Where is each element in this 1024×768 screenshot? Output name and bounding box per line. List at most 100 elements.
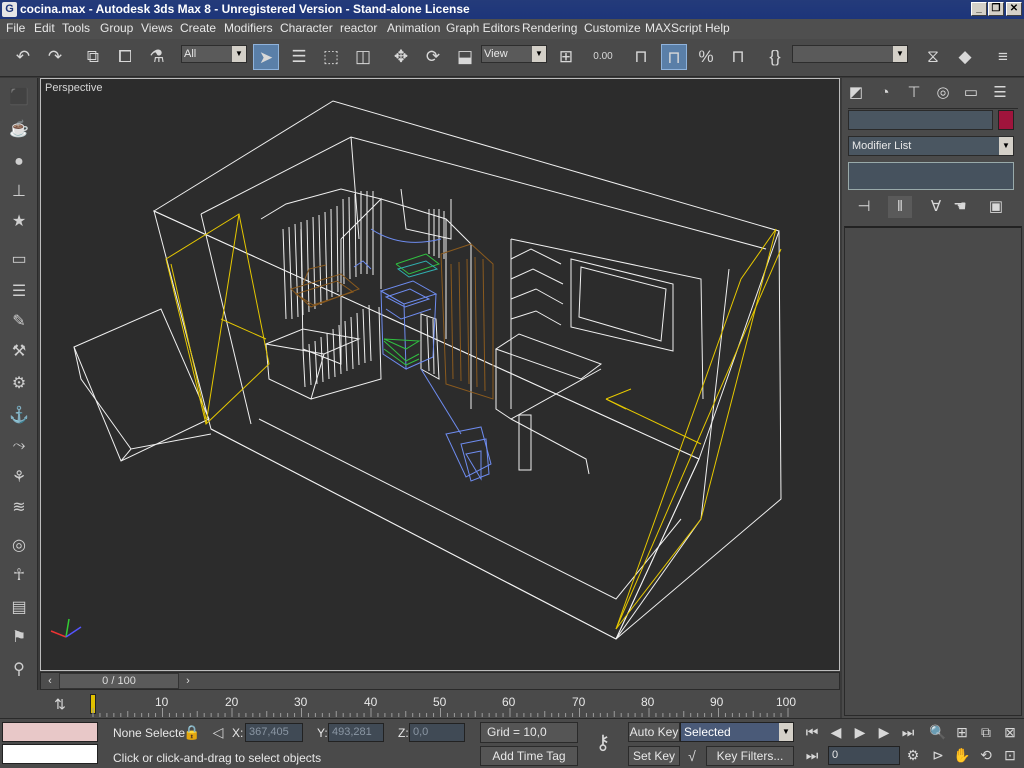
sphere-icon[interactable]: ● [6, 150, 32, 174]
hierarchy-tab-icon[interactable]: ⊤ [902, 82, 926, 104]
pin-stack-icon[interactable]: ⊣ [852, 196, 876, 218]
next-frame-icon[interactable]: ▶ [874, 722, 894, 742]
auto-key-button[interactable]: Auto Key [628, 722, 680, 742]
arc-rotate-icon[interactable]: ⟲ [976, 745, 996, 765]
maximize-viewport-icon[interactable]: ⊡ [1000, 745, 1020, 765]
select-and-rotate-icon[interactable]: ⟳ [420, 44, 446, 70]
wave-icon[interactable]: ≋ [6, 496, 32, 520]
reference-coordinate-dropdown[interactable]: View ▼ [481, 45, 547, 63]
zoom-extents-icon[interactable]: ⧉ [976, 722, 996, 742]
menu-animation[interactable]: Animation [387, 21, 440, 36]
modify-tab-icon[interactable]: ◔ [873, 82, 897, 104]
material-icon[interactable]: ▤ [6, 596, 32, 620]
time-slider[interactable]: ‹ 0 / 100 › [40, 672, 840, 690]
render-scene-icon[interactable]: ⚲ [6, 658, 32, 682]
menu-views[interactable]: Views [141, 21, 173, 36]
restore-button[interactable]: ❐ [988, 2, 1004, 16]
create-objects-icon[interactable]: ⬛ [6, 86, 32, 110]
menu-edit[interactable]: Edit [34, 21, 55, 36]
modifier-stack[interactable] [848, 162, 1014, 190]
edit-named-selection-icon[interactable]: {} [762, 44, 788, 70]
select-by-name-icon[interactable]: ☰ [286, 44, 312, 70]
perspective-viewport[interactable]: Perspective [40, 78, 840, 671]
spinner-snap-toggle-icon[interactable]: ⊓ [725, 44, 751, 70]
menu-tools[interactable]: Tools [62, 21, 90, 36]
mini-curve-editor-icon[interactable]: ⇅ [50, 694, 70, 714]
default-in-out-tangents-icon[interactable]: √ [682, 746, 702, 766]
select-object-icon[interactable]: ➤ [253, 44, 279, 70]
gear-icon[interactable]: ⚙ [6, 372, 32, 396]
zoom-all-icon[interactable]: ⊞ [952, 722, 972, 742]
object-name-input[interactable] [848, 110, 993, 130]
menu-create[interactable]: Create [180, 21, 216, 36]
key-mode-toggle-icon[interactable]: ⏭ [802, 745, 822, 765]
menu-modifiers[interactable]: Modifiers [224, 21, 273, 36]
display-tab-icon[interactable]: ▭ [959, 82, 983, 104]
angle-snap-icon[interactable]: ⊓ [661, 44, 687, 70]
twist-icon[interactable]: ⤳ [6, 434, 32, 458]
configure-modifier-sets-icon[interactable]: ▣ [984, 196, 1008, 218]
remove-modifier-icon[interactable]: ☚ [948, 196, 972, 218]
go-to-end-icon[interactable]: ⏭ [898, 722, 918, 742]
show-end-result-icon[interactable]: ‖ [888, 196, 912, 218]
pivot-center-icon[interactable]: ⊞ [553, 44, 579, 70]
select-and-move-icon[interactable]: ✥ [388, 44, 414, 70]
menu-customize[interactable]: Customize [584, 21, 641, 36]
bevel-icon[interactable]: ⚒ [6, 340, 32, 364]
play-icon[interactable]: ▶ [850, 722, 870, 742]
key-filters-button[interactable]: Key Filters... [706, 746, 794, 766]
set-key-icon[interactable]: ⚷ [588, 733, 618, 753]
menu-graph-editors[interactable]: Graph Editors [446, 21, 520, 36]
object-color-swatch[interactable] [998, 110, 1014, 130]
box-icon[interactable]: ▭ [6, 248, 32, 272]
snaps-toggle-icon[interactable]: ⊓ [628, 44, 654, 70]
star-icon[interactable]: ★ [6, 210, 32, 234]
x-coordinate-input[interactable]: 367,405 [245, 723, 303, 742]
align-icon[interactable]: ◆ [952, 44, 978, 70]
percent-snap-icon[interactable]: % [693, 44, 719, 70]
select-and-scale-icon[interactable]: ⬓ [452, 44, 478, 70]
spinner-snap-icon[interactable]: 0.00 [590, 44, 616, 70]
mirror-icon[interactable]: ⧖ [920, 44, 946, 70]
cylinder-icon[interactable]: ☰ [6, 280, 32, 304]
bend-icon[interactable]: ⚓ [6, 404, 32, 428]
add-time-tag-button[interactable]: Add Time Tag [480, 746, 578, 766]
time-slider-thumb[interactable]: 0 / 100 [59, 673, 179, 689]
menu-rendering[interactable]: Rendering [522, 21, 577, 36]
menu-character[interactable]: Character [280, 21, 333, 36]
z-coordinate-input[interactable]: 0,0 [409, 723, 465, 742]
current-frame-input[interactable]: 0 [828, 746, 900, 765]
undo-icon[interactable]: ↶ [10, 44, 36, 70]
extrude-icon[interactable]: ✎ [6, 310, 32, 334]
select-and-link-icon[interactable]: ⧉ [80, 44, 106, 70]
named-selection-set-dropdown[interactable]: ▼ [792, 45, 908, 63]
menu-file[interactable]: File [6, 21, 25, 36]
go-to-start-icon[interactable]: ⏮ [802, 722, 822, 742]
time-configuration-icon[interactable]: ⚙ [903, 745, 923, 765]
torus-icon[interactable]: ◎ [6, 534, 32, 558]
previous-frame-icon[interactable]: ‹ [43, 673, 57, 689]
camera-icon[interactable]: ⚑ [6, 626, 32, 650]
selection-filter-dropdown[interactable]: All ▼ [181, 45, 247, 63]
zoom-icon[interactable]: 🔍 [928, 722, 948, 742]
create-tab-icon[interactable]: ◩ [844, 82, 868, 104]
next-frame-icon[interactable]: › [181, 673, 195, 689]
make-unique-icon[interactable]: ∀ [924, 196, 948, 218]
modifier-list-dropdown[interactable]: Modifier List ▼ [848, 136, 1014, 156]
teapot-icon[interactable]: ☕ [6, 118, 32, 142]
pan-icon[interactable]: ✋ [952, 745, 972, 765]
zoom-extents-all-icon[interactable]: ⊠ [1000, 722, 1020, 742]
lock-icon[interactable]: 🔒 [182, 722, 202, 742]
unlink-selection-icon[interactable]: ⧠ [112, 44, 138, 70]
utilities-tab-icon[interactable]: ☰ [988, 82, 1012, 104]
lamp-icon[interactable]: ⊥ [6, 180, 32, 204]
window-crossing-icon[interactable]: ◫ [350, 44, 376, 70]
app-logo-icon[interactable]: G [2, 2, 17, 17]
y-coordinate-input[interactable]: 493,281 [328, 723, 384, 742]
previous-frame-icon[interactable]: ◀ [826, 722, 846, 742]
biped-icon[interactable]: ☥ [6, 564, 32, 588]
motion-tab-icon[interactable]: ◎ [931, 82, 955, 104]
maxscript-listener-white[interactable] [2, 744, 98, 764]
menu-help[interactable]: Help [705, 21, 730, 36]
key-mode-dropdown[interactable]: Selected ▼ [680, 722, 794, 742]
